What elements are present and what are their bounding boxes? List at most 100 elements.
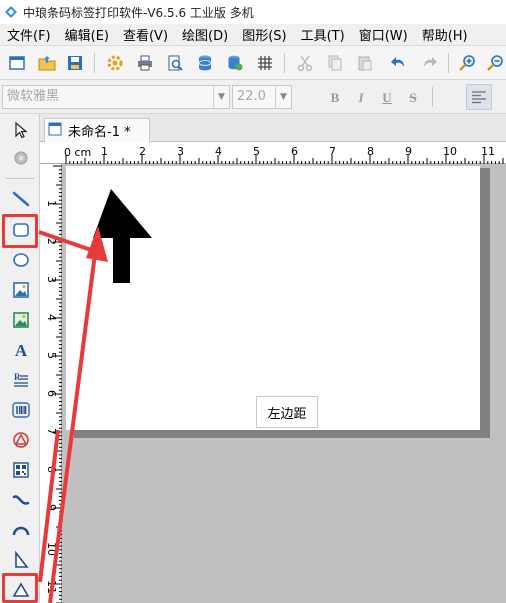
bold-button[interactable]: B (326, 89, 344, 107)
page-shadow (480, 168, 490, 438)
redo-icon[interactable] (418, 52, 440, 74)
barcode-tool-button[interactable] (8, 397, 34, 423)
ruler-number: 6 (291, 145, 298, 158)
ruler-number: 9 (405, 145, 412, 158)
horizontal-ruler-scale: 0 cm 1 2 3 4 5 6 7 8 9 10 11 (64, 145, 504, 164)
save-icon[interactable] (64, 52, 86, 74)
font-size-value: 22.0 (237, 89, 266, 104)
font-name-select[interactable]: 微软雅黑 ▼ (2, 85, 230, 109)
open-icon[interactable] (36, 52, 58, 74)
menu-tools[interactable]: 工具(T) (294, 25, 352, 44)
ruler-number: 5 (45, 352, 58, 359)
horizontal-ruler: 0 cm 1 2 3 4 5 6 7 8 9 10 11 (40, 142, 506, 164)
ruler-number: 3 (177, 145, 184, 158)
design-canvas[interactable]: 左边距 (62, 164, 506, 603)
ruler-number: 11 (45, 580, 58, 594)
ruler-number: 7 (329, 145, 336, 158)
toolbar-separator (94, 53, 95, 73)
ruler-number: 8 (45, 466, 58, 473)
toolbar-separator (432, 87, 433, 107)
vertical-ruler-scale: 1 2 3 4 5 6 7 8 9 10 11 (45, 165, 62, 603)
ruler-number: 10 (45, 542, 58, 556)
svg-text:A: A (15, 341, 28, 360)
ruler-number: 3 (45, 276, 58, 283)
drawing-toolbox: A R (0, 114, 40, 603)
svg-text:R: R (14, 372, 21, 382)
title-bar: 中琅条码标签打印软件-V6.5.6 工业版 多机 (0, 0, 506, 24)
picture-tool-button[interactable] (8, 277, 34, 303)
settings-icon[interactable] (104, 52, 126, 74)
menu-file[interactable]: 文件(F) (0, 25, 58, 44)
text-tool-button[interactable]: A (8, 337, 34, 363)
new-icon[interactable] (6, 52, 28, 74)
ruler-number: 6 (45, 390, 58, 397)
menu-edit[interactable]: 编辑(E) (58, 25, 116, 44)
menu-window[interactable]: 窗口(W) (352, 25, 415, 44)
menu-help[interactable]: 帮助(H) (415, 25, 475, 44)
select-tool-button[interactable] (8, 117, 34, 143)
app-title: 中琅条码标签打印软件-V6.5.6 工业版 多机 (23, 5, 254, 20)
label-page[interactable] (66, 166, 480, 430)
ruler-number: 2 (45, 238, 58, 245)
arc-tool-button[interactable] (8, 517, 34, 543)
underline-button[interactable]: U (378, 89, 396, 107)
ruler-number: 1 (101, 145, 108, 158)
ruler-number: 4 (215, 145, 222, 158)
rich-text-tool-button[interactable]: R (8, 367, 34, 393)
italic-button[interactable]: I (352, 89, 370, 107)
toolbar-separator (448, 53, 449, 73)
document-icon (48, 122, 62, 139)
chevron-down-icon[interactable]: ▼ (275, 86, 291, 108)
vertical-ruler: 1 2 3 4 5 6 7 8 9 10 11 (40, 164, 62, 603)
data-matrix-tool-button[interactable] (8, 457, 34, 483)
print-icon[interactable] (134, 52, 156, 74)
grid-icon[interactable] (254, 52, 276, 74)
ruler-number: 5 (253, 145, 260, 158)
image-tool-button[interactable] (8, 307, 34, 333)
ruler-number: 7 (45, 428, 58, 435)
database-settings-icon[interactable] (224, 52, 246, 74)
strikethrough-button[interactable]: S (404, 89, 422, 107)
app-logo-icon (4, 5, 18, 19)
document-tab[interactable]: 未命名-1 * (44, 118, 150, 142)
polygon-tool-button[interactable] (8, 547, 34, 573)
ruler-number: 10 (443, 145, 457, 158)
print-preview-icon[interactable] (164, 52, 186, 74)
ruler-unit-label: 0 cm (64, 146, 91, 159)
toolbox-separator (6, 178, 34, 179)
chevron-down-icon[interactable]: ▼ (213, 86, 229, 108)
align-left-button[interactable] (466, 84, 492, 110)
copy-icon[interactable] (324, 52, 346, 74)
format-toolbar: 微软雅黑 ▼ 22.0 ▼ B I U S (0, 80, 506, 114)
menu-draw[interactable]: 绘图(D) (175, 25, 235, 44)
page-shadow (74, 430, 490, 438)
menu-shape[interactable]: 图形(S) (235, 25, 293, 44)
menu-bar: 文件(F) 编辑(E) 查看(V) 绘图(D) 图形(S) 工具(T) 窗口(W… (0, 24, 506, 46)
highlight-box-rounded-rectangle (2, 214, 38, 248)
font-name-value: 微软雅黑 (7, 89, 60, 104)
toolbar-separator (284, 53, 285, 73)
cut-icon[interactable] (294, 52, 316, 74)
font-size-select[interactable]: 22.0 ▼ (232, 85, 292, 109)
ruler-number: 8 (367, 145, 374, 158)
ruler-number: 11 (481, 145, 495, 158)
zoom-out-icon[interactable] (484, 52, 506, 74)
pan-tool-button[interactable] (8, 145, 34, 171)
zoom-in-icon[interactable] (456, 52, 478, 74)
document-tab-strip: 未命名-1 * (40, 114, 506, 142)
undo-icon[interactable] (388, 52, 410, 74)
database-icon[interactable] (194, 52, 216, 74)
curve-tool-button[interactable] (8, 487, 34, 513)
ruler-number: 4 (45, 314, 58, 321)
ruler-number: 9 (45, 504, 58, 511)
margin-tooltip: 左边距 (256, 396, 318, 428)
main-toolbar (0, 46, 506, 80)
menu-view[interactable]: 查看(V) (116, 25, 175, 44)
line-tool-button[interactable] (8, 186, 34, 212)
ruler-number: 2 (139, 145, 146, 158)
ruler-number: 1 (45, 200, 58, 207)
qrcode-tool-button[interactable] (8, 427, 34, 453)
highlight-box-triangle (2, 573, 38, 603)
ellipse-tool-button[interactable] (8, 247, 34, 273)
paste-icon[interactable] (354, 52, 376, 74)
